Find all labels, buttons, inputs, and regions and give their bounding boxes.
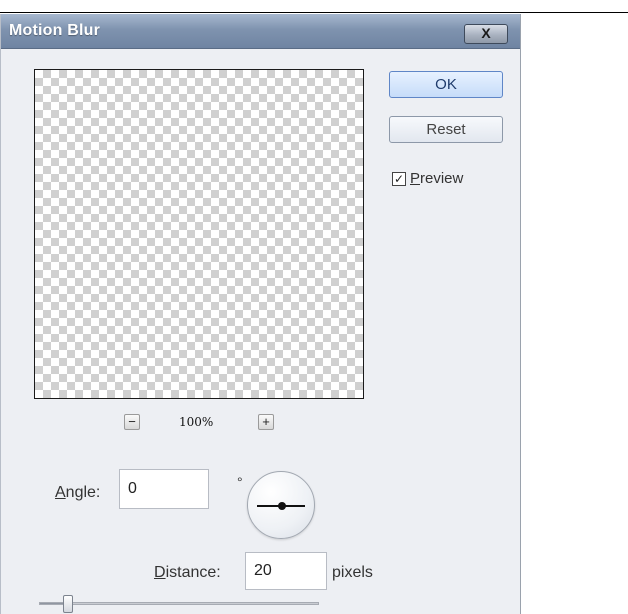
minus-icon: − [128, 414, 136, 429]
distance-slider[interactable] [39, 595, 319, 613]
zoom-in-button[interactable]: + [258, 414, 274, 430]
reset-button[interactable]: Reset [389, 116, 503, 143]
plus-icon: + [262, 414, 270, 429]
angle-label: Angle: [55, 484, 101, 501]
zoom-out-button[interactable]: − [124, 414, 140, 430]
zoom-level: 100% [179, 415, 214, 429]
top-rule [0, 12, 628, 13]
angle-input[interactable] [119, 469, 209, 509]
distance-label: Distance: [154, 564, 221, 581]
close-button[interactable]: X [464, 24, 508, 44]
ok-button[interactable]: OK [389, 71, 503, 98]
dialog-title: Motion Blur [9, 22, 101, 39]
degree-symbol: ° [237, 474, 243, 490]
zoom-controls: − 100% + [1, 410, 520, 434]
preview-canvas[interactable] [34, 69, 364, 399]
angle-dial[interactable] [247, 471, 315, 539]
motion-blur-dialog: Motion Blur X − 100% + OK Reset ✓ Previe… [0, 14, 521, 614]
preview-label: Preview [410, 170, 464, 187]
checkmark-icon: ✓ [393, 171, 405, 186]
dial-center [278, 502, 286, 510]
title-bar[interactable]: Motion Blur X [1, 14, 520, 49]
distance-slider-thumb[interactable] [63, 595, 73, 613]
distance-input[interactable] [245, 552, 327, 590]
preview-checkbox[interactable]: ✓ [392, 171, 406, 186]
preview-toggle[interactable]: ✓ Preview [392, 170, 463, 187]
close-icon: X [481, 25, 491, 41]
pixels-unit-label: pixels [332, 564, 373, 581]
